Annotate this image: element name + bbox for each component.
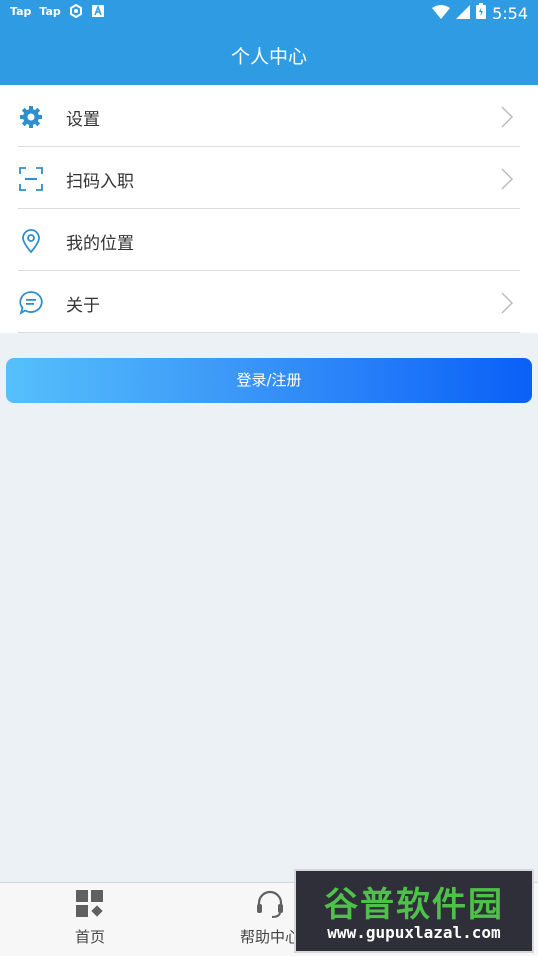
status-bar: Tap Tap 5:54 xyxy=(0,0,538,28)
battery-icon xyxy=(476,3,487,23)
taptap-notification-label: Tap xyxy=(10,4,32,18)
divider xyxy=(18,332,520,333)
login-register-button[interactable]: 登录/注册 xyxy=(6,358,532,403)
taptap-notification-label: Tap xyxy=(39,4,61,18)
sync-icon xyxy=(69,3,83,19)
home-grid-icon xyxy=(75,889,105,919)
site-watermark: 谷普软件园 www.gupuxlazal.com xyxy=(294,869,534,953)
nav-item-home[interactable]: 首页 xyxy=(0,883,180,956)
menu-item-label: 设置 xyxy=(66,110,100,130)
screen: Tap Tap 5:54 个人中心 设置 扫码入职 我的位置 关于 登录/注册 … xyxy=(0,0,538,956)
wifi-icon xyxy=(432,4,451,23)
status-left: Tap Tap xyxy=(10,3,105,19)
menu-item-label: 扫码入职 xyxy=(66,172,134,192)
settings-menu: 设置 扫码入职 我的位置 关于 xyxy=(0,85,538,333)
cell-signal-icon xyxy=(456,4,471,23)
menu-item-label: 关于 xyxy=(66,296,100,316)
chevron-right-icon xyxy=(500,105,514,129)
font-a-icon xyxy=(91,4,105,18)
location-pin-icon xyxy=(18,228,44,254)
menu-item-settings[interactable]: 设置 xyxy=(0,85,538,147)
watermark-url: www.gupuxlazal.com xyxy=(327,923,501,942)
clock: 5:54 xyxy=(492,3,528,23)
scan-icon xyxy=(18,166,44,192)
page-title: 个人中心 xyxy=(230,46,307,68)
watermark-logo-text: 谷普软件园 xyxy=(324,885,504,925)
nav-label: 首页 xyxy=(74,928,105,946)
headset-icon xyxy=(255,889,285,919)
app-header: Tap Tap 5:54 个人中心 xyxy=(0,0,538,85)
menu-item-label: 我的位置 xyxy=(66,234,134,254)
menu-item-scan-onboard[interactable]: 扫码入职 xyxy=(0,147,538,209)
menu-item-about[interactable]: 关于 xyxy=(0,271,538,333)
chat-bubble-icon xyxy=(18,290,44,316)
menu-item-my-location[interactable]: 我的位置 xyxy=(0,209,538,271)
gear-icon xyxy=(18,104,44,130)
chevron-right-icon xyxy=(500,167,514,191)
status-right: 5:54 xyxy=(432,3,528,23)
chevron-right-icon xyxy=(500,291,514,315)
